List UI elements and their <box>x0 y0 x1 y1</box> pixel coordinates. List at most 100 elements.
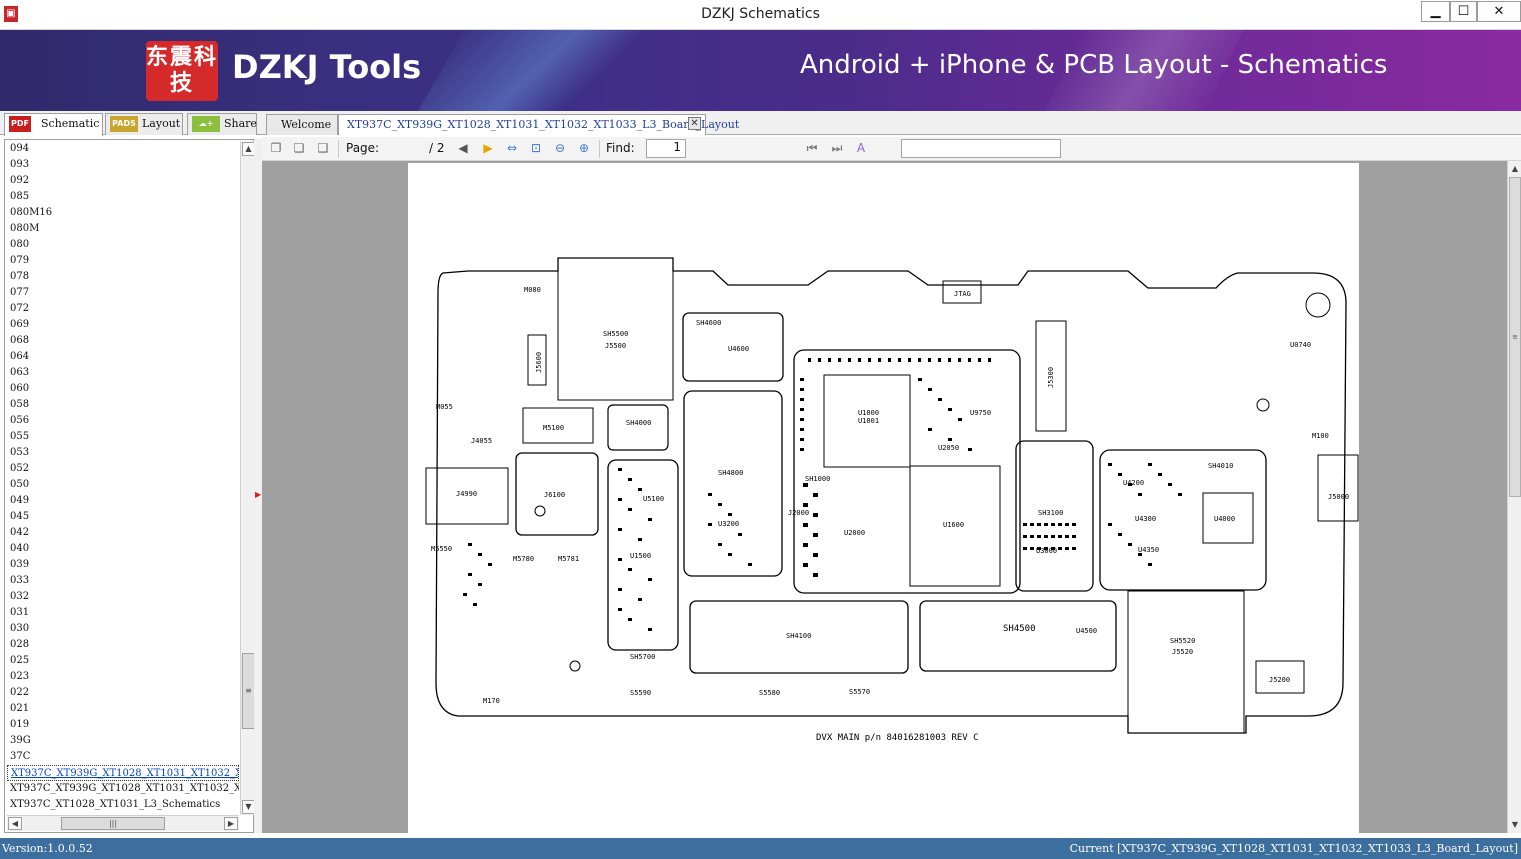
list-item[interactable]: 052 <box>7 461 239 477</box>
document-viewer[interactable]: M080 SH5500 J5500 J5600 SH4600 U4600 M05… <box>262 161 1507 833</box>
list-item[interactable]: 031 <box>7 605 239 621</box>
list-item[interactable]: 033 <box>7 573 239 589</box>
collapse-arrow-icon[interactable]: ▶ <box>255 490 261 499</box>
list-item[interactable]: 060 <box>7 381 239 397</box>
next-page-icon[interactable]: ▶ <box>480 140 496 156</box>
continuous-page-icon[interactable]: ❑ <box>315 140 331 156</box>
board-label: J5200 <box>1269 676 1290 684</box>
list-item[interactable]: 093 <box>7 157 239 173</box>
list-item[interactable]: 085 <box>7 189 239 205</box>
tab-layout[interactable]: PADS Layout <box>105 113 183 135</box>
list-item[interactable]: 080M16 <box>7 205 239 221</box>
file-list-horizontal-scrollbar[interactable]: ◀ ||| ▶ <box>7 815 239 831</box>
file-list: 094 093 092 085 080M16 080M 080 079 078 077 072 069… <box>7 141 239 815</box>
maximize-button[interactable]: ☐ <box>1450 1 1477 22</box>
pads-icon: PADS <box>110 116 138 132</box>
board-label: JTAG <box>954 290 971 298</box>
tab-welcome[interactable]: Welcome <box>266 114 338 135</box>
scroll-thumb[interactable]: ≡ <box>1509 177 1521 497</box>
tab-close-icon[interactable]: ✕ <box>688 117 701 130</box>
list-item[interactable]: XT937C_XT1028_XT1031_L3_Schematics <box>7 797 239 813</box>
list-item[interactable]: 056 <box>7 413 239 429</box>
board-label: SH3100 <box>1038 509 1063 517</box>
zoom-out-icon[interactable]: ⊖ <box>552 140 568 156</box>
close-button[interactable]: ✕ <box>1477 1 1521 22</box>
list-item[interactable]: 063 <box>7 365 239 381</box>
banner-light-streak <box>383 30 677 111</box>
find-label: Find: <box>606 141 635 155</box>
list-item[interactable]: 058 <box>7 397 239 413</box>
list-item[interactable]: 025 <box>7 653 239 669</box>
list-item[interactable]: 042 <box>7 525 239 541</box>
document-vertical-scrollbar[interactable]: ▲ ≡ ▼ <box>1507 161 1521 833</box>
list-item[interactable]: 092 <box>7 173 239 189</box>
find-next-icon[interactable]: ⏭ <box>829 140 845 156</box>
tab-board-layout[interactable]: XT937C_XT939G_XT1028_XT1031_XT1032_XT103… <box>338 114 739 135</box>
scroll-down-icon[interactable]: ▼ <box>1509 818 1521 832</box>
list-item[interactable]: 079 <box>7 253 239 269</box>
list-item[interactable]: 094 <box>7 141 239 157</box>
list-item[interactable]: 072 <box>7 301 239 317</box>
list-item[interactable]: 069 <box>7 317 239 333</box>
board-label: U0740 <box>1290 341 1311 349</box>
list-item[interactable]: 077 <box>7 285 239 301</box>
board-label: M100 <box>1312 432 1329 440</box>
list-item[interactable]: 080 <box>7 237 239 253</box>
list-item[interactable]: 039 <box>7 557 239 573</box>
tab-schematic[interactable]: PDF Schematic <box>4 113 103 136</box>
highlight-text-icon[interactable]: A <box>853 140 869 156</box>
fit-page-icon[interactable]: ⊡ <box>528 140 544 156</box>
scroll-up-icon[interactable]: ▲ <box>1509 162 1521 176</box>
board-label: SH1000 <box>805 475 830 483</box>
minimize-button[interactable]: ▁ <box>1421 1 1450 22</box>
list-item[interactable]: 022 <box>7 685 239 701</box>
find-input[interactable] <box>901 139 1061 158</box>
list-item[interactable]: 080M <box>7 221 239 237</box>
list-item[interactable]: 032 <box>7 589 239 605</box>
list-item[interactable]: 019 <box>7 717 239 733</box>
page-number-input[interactable]: 1 <box>646 139 686 158</box>
list-item[interactable]: 030 <box>7 621 239 637</box>
list-item[interactable]: 049 <box>7 493 239 509</box>
file-list-vertical-scrollbar[interactable]: ▲ ≡ ▼ <box>240 141 255 815</box>
list-item[interactable]: 021 <box>7 701 239 717</box>
list-item[interactable]: 055 <box>7 429 239 445</box>
list-item[interactable]: 023 <box>7 669 239 685</box>
scroll-right-icon[interactable]: ▶ <box>224 817 238 830</box>
board-label: S5590 <box>630 689 651 697</box>
pdf-icon: PDF <box>9 116 31 132</box>
list-item[interactable]: 068 <box>7 333 239 349</box>
list-item[interactable]: XT937C_XT939G_XT1028_XT1031_XT1032_XT103… <box>7 781 239 797</box>
fit-width-icon[interactable]: ⇔ <box>504 140 520 156</box>
list-item[interactable]: 028 <box>7 637 239 653</box>
scroll-thumb[interactable]: ||| <box>61 817 165 830</box>
list-item[interactable]: XT937C_XT939G_XT1028_XT1031_XT1032_XT103… <box>7 765 239 781</box>
list-item[interactable]: 053 <box>7 445 239 461</box>
board-label: J5520 <box>1172 648 1193 656</box>
find-previous-icon[interactable]: ⏮ <box>804 140 820 156</box>
page-label: Page: <box>346 141 380 155</box>
board-label: U2050 <box>938 444 959 452</box>
toolbar-divider <box>599 140 600 158</box>
zoom-in-icon[interactable]: ⊕ <box>576 140 592 156</box>
board-label: J2000 <box>788 509 809 517</box>
board-label: SH4600 <box>696 319 721 327</box>
list-item[interactable]: 078 <box>7 269 239 285</box>
tab-label: Layout <box>142 117 181 130</box>
list-item[interactable]: 37C <box>7 749 239 765</box>
list-item[interactable]: 39G <box>7 733 239 749</box>
tab-share[interactable]: ☁+ Share <box>187 113 257 135</box>
board-label: J5300 <box>1047 367 1055 388</box>
board-label: U4500 <box>1076 627 1097 635</box>
list-item[interactable]: 064 <box>7 349 239 365</box>
previous-page-icon[interactable]: ◀ <box>455 140 471 156</box>
list-item[interactable]: 050 <box>7 477 239 493</box>
list-item[interactable]: 045 <box>7 509 239 525</box>
list-item[interactable]: 040 <box>7 541 239 557</box>
board-label: SH5520 <box>1170 637 1195 645</box>
scroll-left-icon[interactable]: ◀ <box>8 817 22 830</box>
panel-splitter[interactable]: ▶ <box>254 139 262 833</box>
board-label: U3200 <box>718 520 739 528</box>
two-page-icon[interactable]: ❏ <box>291 140 307 156</box>
single-page-icon[interactable]: ❐ <box>268 140 284 156</box>
